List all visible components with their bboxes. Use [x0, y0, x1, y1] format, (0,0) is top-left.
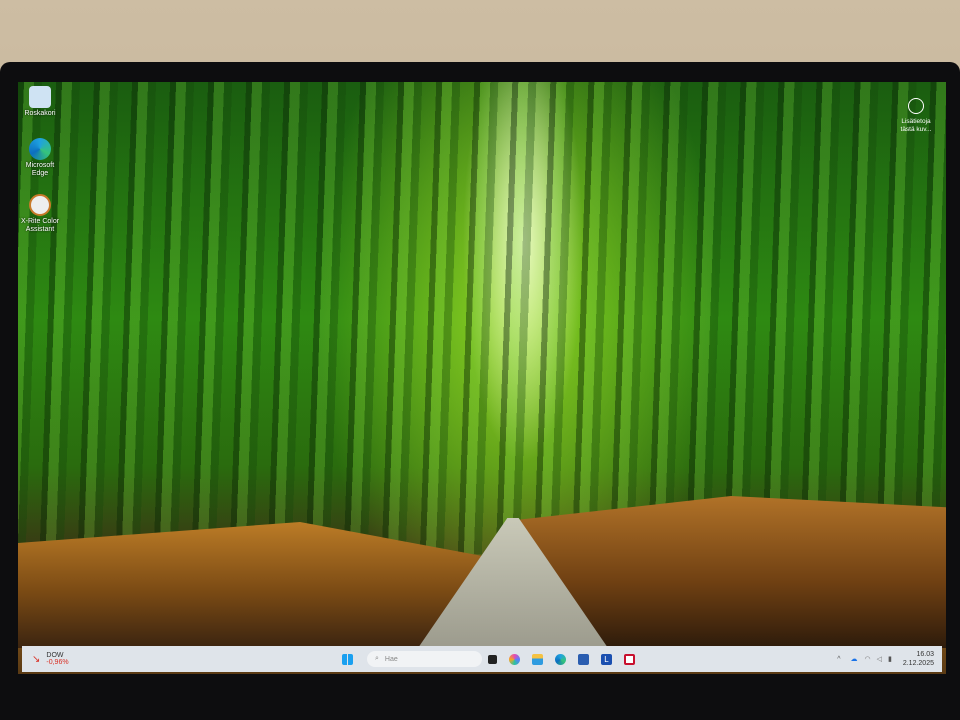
stock-down-icon: ↘: [32, 653, 41, 665]
copilot-icon[interactable]: [509, 653, 520, 665]
desktop-icon-edge[interactable]: Microsoft Edge: [20, 138, 60, 178]
start-button[interactable]: [342, 653, 353, 665]
desktop: Roskakori Microsoft Edge X-Rite Color As…: [18, 82, 946, 674]
taskbar: ↘ DOW -0,96% ⌕ Hae L ^ ☁ ◠ ◁ ▮ 16.03 2.1…: [22, 646, 942, 672]
clock-date: 2.12.2025: [902, 660, 934, 667]
task-view-icon[interactable]: [488, 654, 497, 664]
xrite-icon: [29, 194, 51, 216]
edge-icon: [29, 138, 51, 160]
onedrive-icon[interactable]: ☁: [850, 655, 857, 663]
spotlight-icon: [908, 98, 924, 114]
desktop-icon-recycle-bin[interactable]: Roskakori: [20, 86, 60, 118]
recycle-bin-icon: [29, 86, 51, 108]
chevron-up-icon[interactable]: ^: [837, 656, 840, 663]
search-placeholder: Hae: [384, 655, 398, 663]
spotlight-label: Lisätietoja tästä kuv...: [900, 118, 932, 133]
search-box[interactable]: ⌕ Hae: [367, 651, 482, 667]
mcafee-icon[interactable]: [624, 653, 635, 665]
spotlight-info-widget[interactable]: Lisätietoja tästä kuv...: [896, 98, 936, 134]
battery-icon[interactable]: ▮: [888, 655, 892, 663]
wifi-icon[interactable]: ◠: [864, 655, 870, 663]
search-icon: ⌕: [375, 655, 379, 662]
volume-icon[interactable]: ◁: [877, 655, 882, 663]
file-explorer-icon[interactable]: [532, 653, 543, 665]
clock[interactable]: 16.03 2.12.2025: [903, 650, 934, 668]
desktop-icon-label: Roskakori: [24, 110, 56, 117]
lenovo-app-icon[interactable]: L: [601, 653, 612, 665]
stock-change: -0,96%: [46, 659, 69, 666]
stock-name: DOW: [46, 652, 64, 659]
clock-time: 16.03: [916, 651, 934, 658]
desktop-icon-label: Microsoft Edge: [25, 162, 55, 177]
stock-widget[interactable]: ↘ DOW -0,96%: [22, 652, 322, 666]
wallpaper-bamboo: [18, 82, 946, 554]
edge-taskbar-icon[interactable]: [555, 653, 566, 665]
desktop-icon-xrite[interactable]: X-Rite Color Assistant: [20, 194, 60, 234]
desktop-icon-label: X-Rite Color Assistant: [20, 218, 60, 233]
store-icon[interactable]: [578, 653, 589, 665]
